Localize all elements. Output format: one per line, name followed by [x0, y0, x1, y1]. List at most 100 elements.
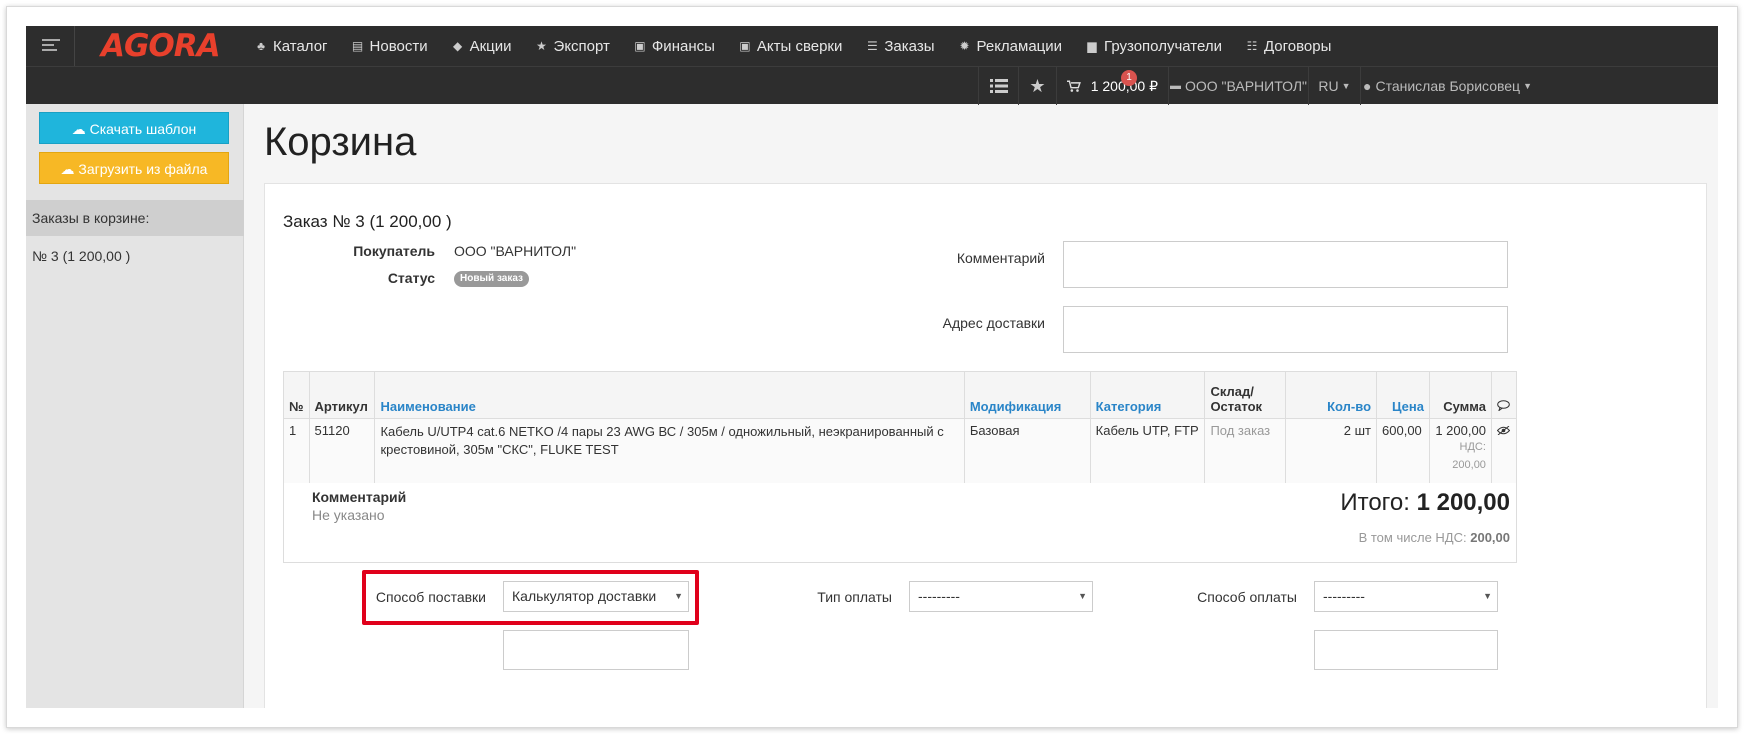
menu-label: Рекламации	[976, 37, 1063, 55]
col-name-sortable[interactable]: Наименование	[374, 371, 965, 419]
menu-label: Акции	[469, 37, 512, 55]
company-name: ООО "ВАРНИТОЛ"	[1184, 78, 1308, 94]
cell-modification: Базовая	[963, 418, 1091, 484]
cart-items-table: № Артикул Наименование Модификация Катег…	[283, 371, 1518, 484]
hide-eye-icon[interactable]	[1490, 418, 1518, 484]
star-icon: ★	[536, 39, 547, 53]
language-label: RU	[1318, 78, 1339, 94]
menu-label: Акты сверки	[756, 37, 843, 55]
menu-item-catalog[interactable]: ♣ Каталог	[254, 37, 328, 55]
money-icon: ▣	[739, 39, 751, 53]
menu-item-finance[interactable]: ▣ Финансы	[633, 38, 715, 55]
delivery-method-label: Способ поставки	[375, 589, 486, 605]
cell-qty: 2 шт	[1285, 418, 1378, 484]
col-price-sortable[interactable]: Цена	[1376, 371, 1430, 419]
payment-type-select[interactable]: --------- ▼	[909, 581, 1093, 612]
navbar-divider	[74, 26, 75, 66]
button-label: Загрузить из файла	[78, 161, 208, 177]
menu-item-contracts[interactable]: ☷ Договоры	[1245, 37, 1332, 55]
order-summary: Комментарий Не указано Итого: 1 200,00 В…	[283, 483, 1517, 563]
total-value: 1 200,00	[1416, 489, 1510, 516]
payment-type-label: Тип оплаты	[817, 589, 892, 605]
menu-item-export[interactable]: ★ Экспорт	[535, 38, 610, 55]
comment-textarea[interactable]	[1063, 241, 1508, 288]
order-title: Заказ № 3 (1 200,00 )	[283, 212, 452, 231]
comment-bubble-icon	[1490, 371, 1518, 419]
cart-button[interactable]: 1 200,00 ₽	[1056, 67, 1158, 105]
col-sum: Сумма	[1429, 371, 1492, 419]
menu-label: Договоры	[1263, 37, 1332, 55]
sidebar-order-link[interactable]: № 3 (1 200,00 )	[32, 248, 130, 264]
menu-label: Заказы	[884, 37, 935, 55]
payment-extra-field[interactable]	[1314, 630, 1498, 670]
navbar-user-row: ★ 1 200,00 ₽ 1 ▬ ООО "ВАРНИТОЛ" RU ▼ ● Стан…	[26, 66, 1718, 105]
delivery-method-select[interactable]: Калькулятор доставки ▼	[503, 581, 689, 612]
vat-value: 200,00	[1470, 530, 1510, 545]
list-alt-icon: ☷	[1246, 39, 1258, 53]
cart-icon	[1067, 80, 1081, 92]
company-selector[interactable]: ▬ ООО "ВАРНИТОЛ"	[1168, 67, 1308, 105]
cloud-upload-icon: ☁	[60, 161, 79, 177]
menu-item-consignees[interactable]: ▆ Грузополучатели	[1085, 38, 1222, 55]
agora-logo[interactable]: AGORA	[101, 28, 221, 64]
status-label: Статус	[387, 270, 435, 286]
main-content: Корзина Заказ № 3 (1 200,00 ) Покупатель…	[244, 104, 1718, 708]
delivery-extra-field[interactable]	[503, 630, 689, 670]
col-category-sortable[interactable]: Категория	[1089, 371, 1206, 419]
total-label: Итого:	[1340, 489, 1410, 516]
top-navbar: AGORA ♣ Каталог ▤ Новости ◆ Акции ★ Экспорт …	[26, 26, 1718, 105]
menu-item-reconciliation[interactable]: ▣ Акты сверки	[738, 38, 842, 55]
payment-method-label: Способ оплаты	[1197, 589, 1297, 605]
menu-label: Финансы	[651, 37, 715, 55]
navbar-main-row: AGORA ♣ Каталог ▤ Новости ◆ Акции ★ Экспорт …	[26, 26, 1718, 66]
upload-file-button[interactable]: ☁ Загрузить из файла	[39, 152, 229, 184]
cell-price: 600,00	[1376, 418, 1430, 484]
cell-name: Кабель U/UTP4 cat.6 NETKO /4 пары 23 AWG…	[374, 418, 965, 484]
sum-vat: НДС: 200,00	[1452, 441, 1486, 471]
summary-comment-value: Не указано	[312, 507, 385, 523]
button-label: Скачать шаблон	[89, 121, 197, 137]
buyer-value: ООО "ВАРНИТОЛ"	[454, 243, 577, 259]
cell-sum: 1 200,00 НДС: 200,00	[1429, 418, 1492, 484]
app: AGORA ♣ Каталог ▤ Новости ◆ Акции ★ Экспорт …	[26, 26, 1718, 708]
favorites-star-icon[interactable]: ★	[1018, 67, 1056, 105]
vat-label: В том числе НДС:	[1358, 530, 1467, 545]
col-article: Артикул	[308, 371, 376, 419]
user-menu[interactable]: ● Станислав Борисовец ▼	[1360, 67, 1534, 105]
gear-icon: ✹	[959, 39, 970, 53]
menu-item-claims[interactable]: ✹ Рекламации	[958, 37, 1063, 55]
cell-category: Кабель UTP, FTP	[1089, 418, 1206, 484]
col-stock: Склад/ Остаток	[1204, 371, 1287, 419]
menu-label: Каталог	[273, 37, 328, 55]
col-qty-sortable[interactable]: Кол-во	[1285, 371, 1378, 419]
delivery-address-label: Адрес доставки	[942, 315, 1045, 331]
menu-item-orders[interactable]: ☰ Заказы	[865, 37, 935, 55]
user-icon: ●	[1363, 78, 1372, 94]
money-icon: ▣	[634, 39, 646, 53]
main-menu: ♣ Каталог ▤ Новости ◆ Акции ★ Экспорт ▣ Финан…	[254, 26, 1354, 66]
list-view-icon[interactable]	[978, 67, 1018, 105]
col-number: №	[283, 371, 310, 419]
orders-in-cart-header: Заказы в корзине:	[26, 200, 244, 236]
delivery-address-textarea[interactable]	[1063, 306, 1508, 353]
user-name: Станислав Борисовец	[1375, 78, 1521, 94]
briefcase-icon: ▬	[1169, 80, 1181, 92]
menu-item-news[interactable]: ▤ Новости	[351, 38, 428, 55]
cloud-download-icon: ☁	[71, 121, 90, 137]
download-template-button[interactable]: ☁ Скачать шаблон	[39, 112, 229, 144]
comment-label: Комментарий	[956, 250, 1045, 266]
select-value: ---------	[1323, 588, 1365, 604]
language-selector[interactable]: RU ▼	[1308, 67, 1360, 105]
col-modification-sortable[interactable]: Модификация	[963, 371, 1091, 419]
cell-article: 51120	[308, 418, 376, 484]
menu-toggle-icon[interactable]	[42, 39, 60, 53]
order-vat: В том числе НДС: 200,00	[1359, 530, 1510, 545]
cell-number: 1	[283, 418, 310, 484]
select-arrow-icon: ▼	[1078, 591, 1087, 601]
list-icon: ☰	[866, 39, 878, 53]
sidebar: ☁ Скачать шаблон ☁ Загрузить из файла За…	[26, 104, 244, 708]
payment-method-select[interactable]: --------- ▼	[1314, 581, 1498, 612]
cell-stock: Под заказ	[1204, 418, 1287, 484]
sitemap-icon: ♣	[257, 39, 265, 53]
menu-item-promotions[interactable]: ◆ Акции	[451, 38, 512, 55]
